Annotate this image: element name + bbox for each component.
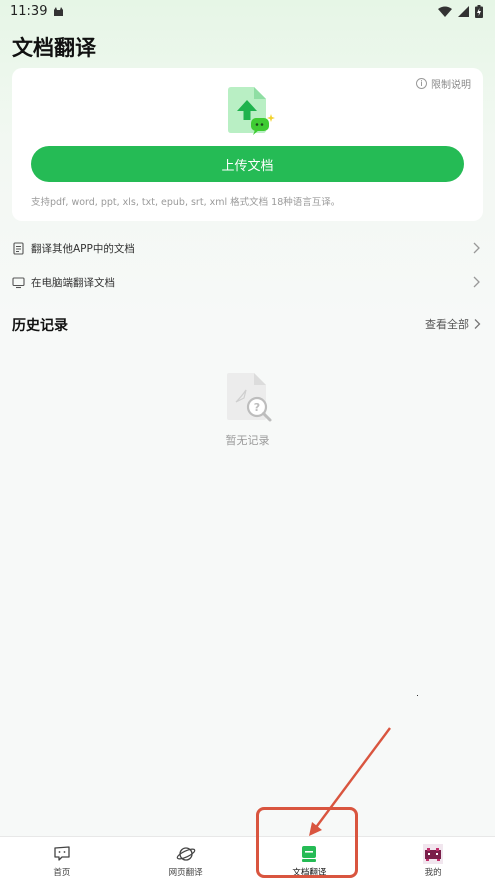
info-icon: i: [416, 78, 427, 89]
tab-label: 我的: [424, 868, 442, 878]
translate-on-pc-row[interactable]: 在电脑端翻译文档: [12, 271, 483, 293]
annotation-arrow: [309, 727, 391, 836]
empty-document-icon: ?: [227, 373, 272, 422]
link-label: 翻译其他APP中的文档: [31, 242, 135, 255]
tab-web-translate[interactable]: 网页翻译: [124, 837, 248, 880]
upload-document-icon: [228, 87, 275, 135]
wifi-icon: [438, 6, 452, 17]
document-translate-icon: [302, 846, 317, 862]
empty-history-text: 暂无记录: [225, 434, 270, 447]
upload-card: i 限制说明 上传文档 支持pdf, word, ppt, xls, txt, …: [12, 68, 483, 221]
notification-icon: [54, 6, 64, 16]
limit-info-link[interactable]: i 限制说明: [416, 76, 471, 91]
history-title: 历史记录: [12, 318, 68, 334]
home-icon: [54, 846, 70, 861]
supported-formats-text: 支持pdf, word, ppt, xls, txt, epub, srt, x…: [31, 197, 341, 208]
tab-mine[interactable]: 我的: [371, 837, 495, 880]
document-icon: [13, 241, 24, 255]
limit-label: 限制说明: [431, 80, 471, 91]
avatar-icon: [423, 844, 444, 864]
tab-label: 首页: [53, 868, 71, 878]
chevron-right-icon: [473, 276, 480, 288]
link-label: 在电脑端翻译文档: [31, 276, 115, 289]
translate-other-app-docs-row[interactable]: 翻译其他APP中的文档: [12, 237, 483, 259]
chevron-right-icon: [473, 242, 480, 254]
svg-text:?: ?: [254, 401, 260, 414]
tab-home[interactable]: 首页: [0, 837, 124, 880]
view-all-link[interactable]: 查看全部: [425, 316, 481, 332]
upload-document-button[interactable]: 上传文档: [31, 146, 464, 182]
status-time: 11:39: [10, 3, 48, 19]
tab-document-translate[interactable]: 文档翻译: [248, 837, 372, 880]
status-bar: 11:39: [0, 0, 495, 22]
battery-icon: [475, 4, 483, 18]
bottom-tab-bar: 首页 网页翻译 文档翻译 我的: [0, 836, 495, 880]
tab-label: 网页翻译: [168, 868, 203, 878]
chevron-right-icon: [474, 319, 481, 329]
view-all-label: 查看全部: [425, 318, 469, 331]
signal-icon: [458, 5, 469, 17]
stray-dot: [417, 695, 418, 696]
page-title: 文档翻译: [12, 36, 96, 60]
tab-label: 文档翻译: [292, 868, 327, 878]
monitor-icon: [12, 276, 25, 288]
planet-icon: [176, 847, 195, 861]
